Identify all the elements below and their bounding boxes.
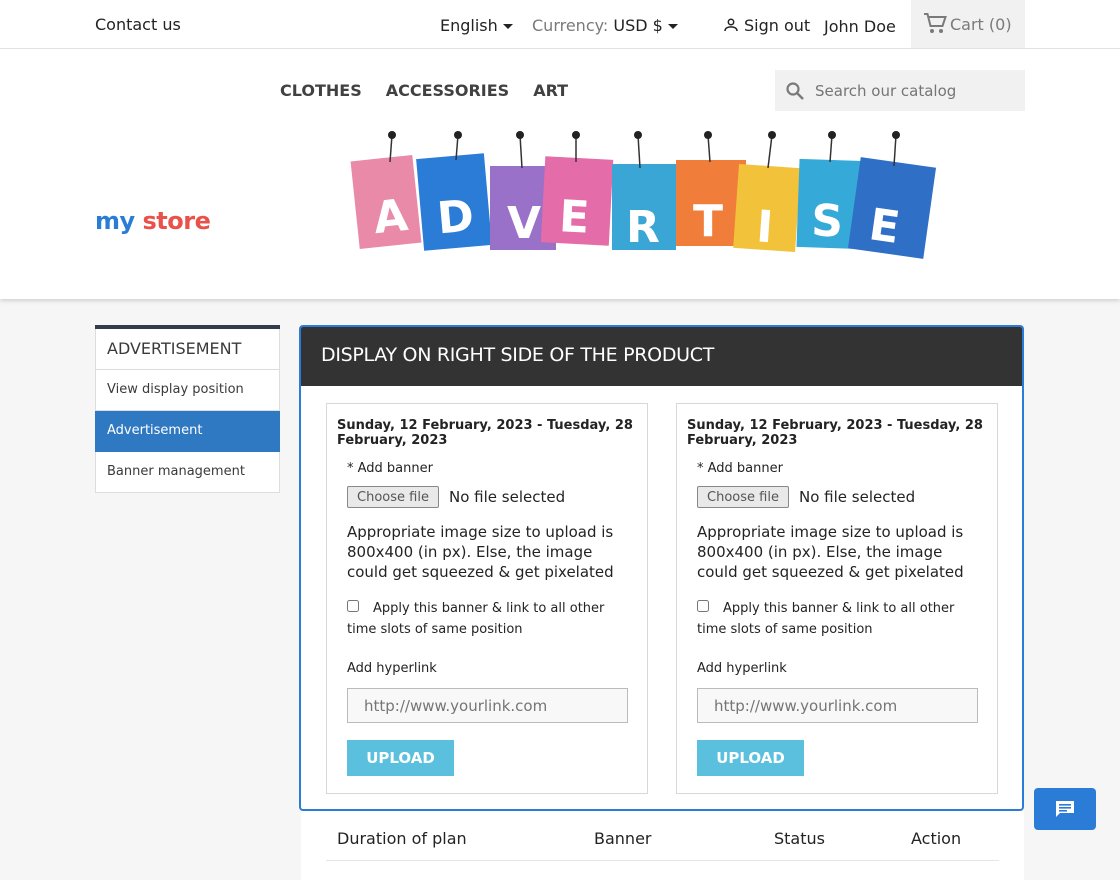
modal-header: DISPLAY ON RIGHT SIDE OF THE PRODUCT bbox=[301, 327, 1022, 386]
sidebar-item-advertisement[interactable]: Advertisement bbox=[95, 411, 280, 452]
store-logo[interactable]: my store bbox=[95, 207, 211, 235]
currency-value: USD $ bbox=[613, 16, 663, 35]
image-size-hint: Appropriate image size to upload is 800x… bbox=[347, 523, 614, 581]
top-bar: Contact us English Currency: USD $ Sign … bbox=[0, 0, 1120, 49]
display-position-modal: DISPLAY ON RIGHT SIDE OF THE PRODUCT Sun… bbox=[299, 325, 1024, 811]
cart-label: Cart (0) bbox=[950, 15, 1012, 34]
main-nav: CLOTHES ACCESSORIES ART bbox=[280, 81, 568, 100]
contact-us-link[interactable]: Contact us bbox=[95, 15, 181, 34]
search-icon[interactable] bbox=[785, 81, 805, 101]
sidebar-item-view-display-position[interactable]: View display position bbox=[95, 370, 280, 411]
chat-icon bbox=[1056, 801, 1074, 817]
image-size-hint: Appropriate image size to upload is 800x… bbox=[697, 523, 964, 581]
hyperlink-input[interactable] bbox=[347, 688, 628, 723]
shopping-cart-icon bbox=[924, 13, 947, 33]
nav-accessories[interactable]: ACCESSORIES bbox=[386, 81, 509, 100]
account-link[interactable]: John Doe bbox=[824, 17, 896, 36]
svg-text:S: S bbox=[811, 195, 844, 247]
sign-out-link[interactable]: Sign out bbox=[722, 16, 810, 35]
svg-text:D: D bbox=[435, 190, 476, 244]
add-banner-label: * Add banner bbox=[697, 461, 783, 476]
nav-art[interactable]: ART bbox=[533, 81, 568, 100]
advertisement-sidebar: ADVERTISEMENT View display position Adve… bbox=[95, 325, 280, 493]
time-slot-card: Sunday, 12 February, 2023 - Tuesday, 28 … bbox=[676, 403, 998, 794]
apply-all-label: Apply this banner & link to all other ti… bbox=[697, 601, 955, 637]
sidebar-item-banner-management[interactable]: Banner management bbox=[95, 452, 280, 493]
svg-text:V: V bbox=[507, 198, 541, 249]
column-header-duration: Duration of plan bbox=[337, 829, 467, 848]
caret-down-icon bbox=[502, 24, 513, 29]
hyperlink-label: Add hyperlink bbox=[347, 661, 437, 676]
modal-title: DISPLAY ON RIGHT SIDE OF THE PRODUCT bbox=[321, 344, 715, 366]
currency-selector[interactable]: Currency: USD $ bbox=[532, 16, 678, 35]
svg-text:T: T bbox=[693, 196, 723, 247]
column-header-banner: Banner bbox=[594, 829, 652, 848]
upload-button[interactable]: UPLOAD bbox=[347, 740, 454, 776]
svg-text:E: E bbox=[558, 191, 591, 244]
choose-file-button[interactable]: Choose file bbox=[697, 486, 789, 508]
hyperlink-input[interactable] bbox=[697, 688, 978, 723]
cart-button[interactable]: Cart (0) bbox=[911, 0, 1025, 48]
search-input[interactable] bbox=[813, 78, 1017, 104]
time-slot-card: Sunday, 12 February, 2023 - Tuesday, 28 … bbox=[326, 403, 648, 794]
chat-button[interactable] bbox=[1034, 788, 1096, 830]
slot-date-range: Sunday, 12 February, 2023 - Tuesday, 28 … bbox=[337, 418, 633, 448]
sign-out-label: Sign out bbox=[744, 16, 811, 35]
file-status: No file selected bbox=[799, 488, 916, 506]
add-banner-label: * Add banner bbox=[347, 461, 433, 476]
site-header: my store CLOTHES ACCESSORIES ART A D V E… bbox=[0, 49, 1120, 299]
search-box bbox=[775, 70, 1025, 111]
user-icon bbox=[724, 18, 738, 32]
language-value: English bbox=[440, 16, 498, 35]
file-status: No file selected bbox=[449, 488, 566, 506]
column-header-status: Status bbox=[774, 829, 825, 848]
language-selector[interactable]: English bbox=[440, 16, 513, 35]
hyperlink-label: Add hyperlink bbox=[697, 661, 787, 676]
caret-down-icon bbox=[667, 24, 678, 29]
svg-text:A: A bbox=[371, 190, 410, 244]
apply-all-label: Apply this banner & link to all other ti… bbox=[347, 601, 605, 637]
slot-date-range: Sunday, 12 February, 2023 - Tuesday, 28 … bbox=[687, 418, 983, 448]
sidebar-title: ADVERTISEMENT bbox=[95, 329, 280, 370]
cart-count: (0) bbox=[988, 15, 1012, 34]
nav-clothes[interactable]: CLOTHES bbox=[280, 81, 362, 100]
upload-button[interactable]: UPLOAD bbox=[697, 740, 804, 776]
choose-file-button[interactable]: Choose file bbox=[347, 486, 439, 508]
svg-text:R: R bbox=[626, 202, 660, 253]
column-header-action: Action bbox=[911, 829, 962, 848]
advertise-banner-image: A D V E R T I S E bbox=[350, 131, 937, 259]
currency-label: Currency: bbox=[532, 16, 609, 35]
